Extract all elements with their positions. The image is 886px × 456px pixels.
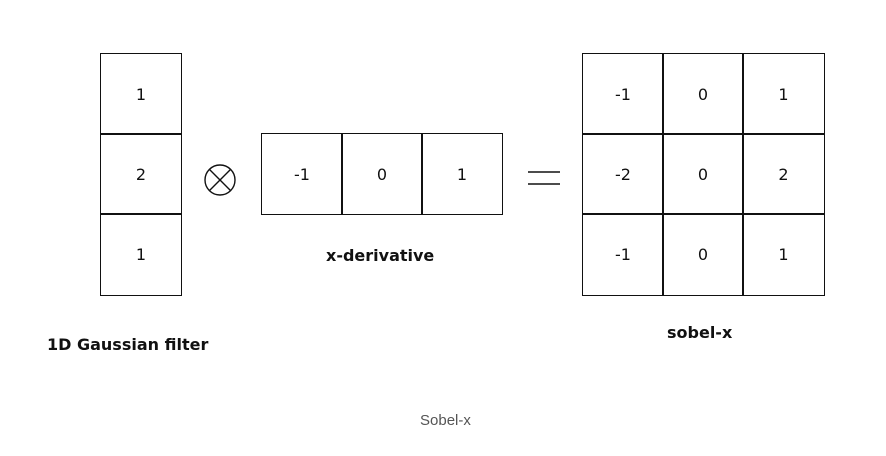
gaussian-cell: 2 — [100, 133, 182, 215]
sobel-cell: 2 — [742, 133, 825, 215]
sobel-cell: -1 — [582, 53, 664, 135]
gaussian-filter-label: 1D Gaussian filter — [47, 335, 209, 354]
sobel-cell: -1 — [582, 213, 664, 296]
sobel-x-label: sobel-x — [667, 323, 733, 342]
derivative-cell: 0 — [341, 133, 423, 215]
gaussian-cell: 1 — [100, 213, 182, 296]
sobel-cell: 1 — [742, 213, 825, 296]
sobel-cell: 0 — [662, 213, 744, 296]
sobel-cell: 1 — [742, 53, 825, 135]
equals-operator-icon — [528, 171, 560, 185]
x-derivative-label: x-derivative — [326, 246, 435, 265]
derivative-cell: -1 — [261, 133, 343, 215]
sobel-cell: 0 — [662, 53, 744, 135]
sobel-cell: 0 — [662, 133, 744, 215]
sobel-cell: -2 — [582, 133, 664, 215]
gaussian-cell: 1 — [100, 53, 182, 135]
derivative-cell: 1 — [421, 133, 503, 215]
figure-caption: Sobel-x — [420, 412, 471, 429]
convolution-operator-icon — [204, 164, 236, 196]
